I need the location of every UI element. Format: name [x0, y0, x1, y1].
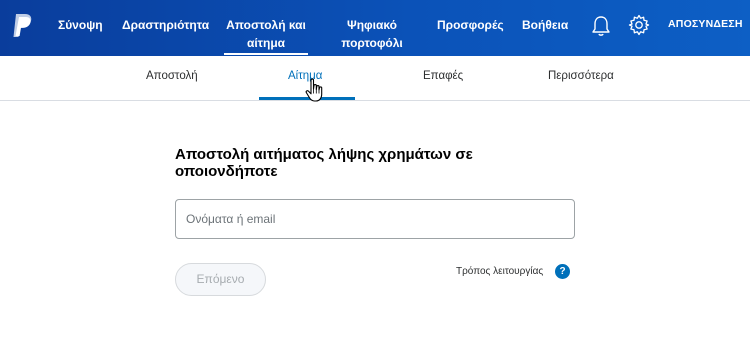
subnav-contacts[interactable]: Επαφές [423, 70, 463, 82]
hand-cursor-icon [305, 78, 323, 102]
recipient-field-container [175, 199, 575, 239]
page-title: Αποστολή αιτήματος λήψης χρημάτων σε οπο… [175, 146, 473, 180]
recipient-input[interactable] [176, 200, 574, 238]
paypal-logo[interactable] [10, 12, 34, 40]
bell-icon[interactable] [591, 14, 611, 38]
nav-wallet[interactable]: Ψηφιακό πορτοφόλι [336, 16, 408, 52]
help-question-icon[interactable]: ? [555, 264, 570, 279]
sub-navigation: Αποστολή Αίτημα Επαφές Περισσότερα [0, 56, 750, 101]
nav-offers[interactable]: Προσφορές [437, 16, 504, 34]
nav-send-and-request[interactable]: Αποστολή και αίτημα [224, 16, 308, 52]
nav-activity[interactable]: Δραστηριότητα [122, 16, 209, 34]
how-it-works-link[interactable]: Τρόπος λειτουργίας [456, 266, 543, 277]
top-navigation-bar: Σύνοψη Δραστηριότητα Αποστολή και αίτημα… [0, 0, 750, 56]
next-button[interactable]: Επόμενο [175, 263, 266, 296]
nav-active-indicator [224, 53, 308, 55]
gear-icon[interactable] [628, 14, 650, 36]
subnav-send[interactable]: Αποστολή [146, 70, 198, 82]
nav-help[interactable]: Βοήθεια [522, 16, 568, 34]
nav-summary[interactable]: Σύνοψη [58, 16, 103, 34]
logout-button[interactable]: ΑΠΟΣΥΝΔΕΣΗ [668, 18, 743, 30]
subnav-more[interactable]: Περισσότερα [548, 70, 614, 82]
